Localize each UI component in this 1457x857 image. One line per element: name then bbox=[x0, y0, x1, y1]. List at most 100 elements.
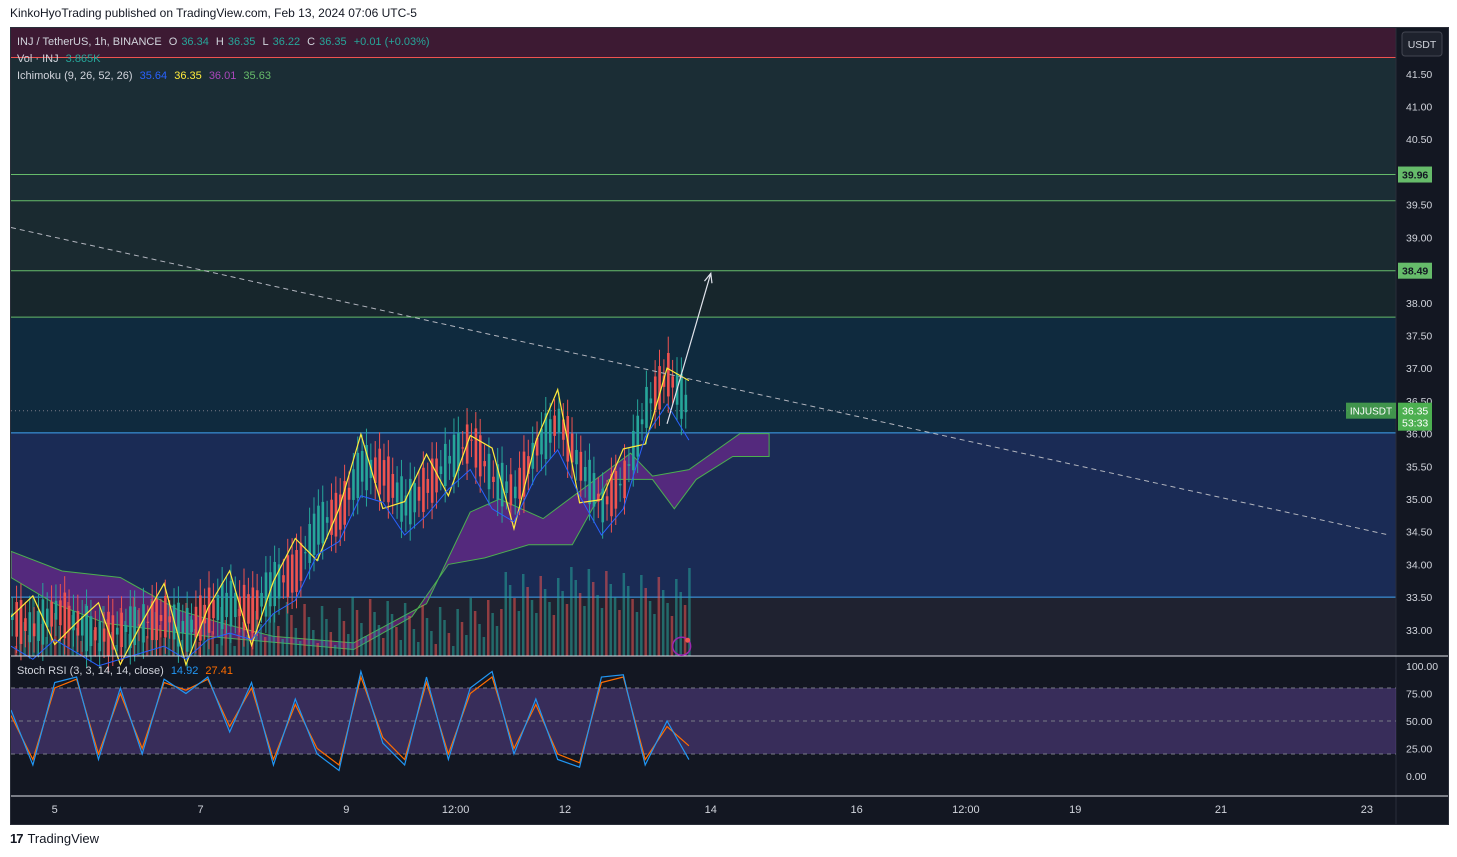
candle-body[interactable] bbox=[199, 595, 202, 641]
candle-body[interactable] bbox=[579, 451, 583, 481]
ichimoku-label[interactable]: Ichimoku (9, 26, 52, 26) bbox=[17, 70, 133, 82]
ichimoku-legend[interactable]: Ichimoku (9, 26, 52, 26) 35.64 36.35 36.… bbox=[17, 70, 275, 82]
candle-body[interactable] bbox=[50, 601, 53, 627]
candle-body[interactable] bbox=[89, 616, 93, 647]
candle-body[interactable] bbox=[15, 602, 18, 637]
candle-body[interactable] bbox=[155, 598, 158, 641]
candle-body[interactable] bbox=[286, 555, 290, 598]
candle-body[interactable] bbox=[658, 366, 661, 410]
candle-body[interactable] bbox=[282, 575, 285, 583]
candle-body[interactable] bbox=[632, 430, 635, 471]
candle-body[interactable] bbox=[255, 590, 259, 620]
candle-body[interactable] bbox=[505, 481, 508, 494]
candle-body[interactable] bbox=[426, 478, 430, 493]
candle-body[interactable] bbox=[194, 606, 198, 638]
candle-body[interactable] bbox=[640, 419, 644, 425]
candle-body[interactable] bbox=[273, 561, 277, 607]
candle-body[interactable] bbox=[295, 549, 298, 592]
candle-body[interactable] bbox=[614, 471, 618, 509]
candle-body[interactable] bbox=[159, 615, 163, 622]
candle-body[interactable] bbox=[190, 619, 193, 633]
candle-body[interactable] bbox=[548, 419, 552, 443]
candle-body[interactable] bbox=[212, 599, 215, 619]
candle-body[interactable] bbox=[41, 599, 45, 645]
candle-body[interactable] bbox=[575, 449, 578, 465]
candle-body[interactable] bbox=[387, 456, 390, 503]
candle-body[interactable] bbox=[610, 473, 613, 517]
candle-body[interactable] bbox=[492, 476, 495, 483]
candle-body[interactable] bbox=[80, 616, 84, 636]
candle-body[interactable] bbox=[649, 398, 653, 404]
candle-body[interactable] bbox=[28, 612, 32, 643]
candle-body[interactable] bbox=[470, 439, 473, 441]
candle-body[interactable] bbox=[76, 611, 80, 636]
symbol-legend[interactable]: INJ / TetherUS, 1h, BINANCE O 36.34 H 36.3… bbox=[17, 36, 434, 48]
candle-body[interactable] bbox=[185, 607, 189, 652]
candle-body[interactable] bbox=[251, 587, 255, 633]
candle-body[interactable] bbox=[452, 434, 456, 477]
candle-body[interactable] bbox=[356, 452, 360, 499]
candle-body[interactable] bbox=[667, 352, 670, 397]
candle-body[interactable] bbox=[264, 572, 268, 617]
candle-body[interactable] bbox=[37, 610, 40, 641]
candle-body[interactable] bbox=[422, 467, 425, 512]
candle-body[interactable] bbox=[225, 592, 228, 618]
stoch-label[interactable]: Stoch RSI (3, 3, 14, 14, close) bbox=[17, 665, 164, 677]
candle-body[interactable] bbox=[94, 627, 97, 641]
candle-body[interactable] bbox=[67, 605, 71, 631]
candle-body[interactable] bbox=[627, 464, 631, 466]
candle-body[interactable] bbox=[247, 594, 250, 624]
candle-body[interactable] bbox=[487, 453, 491, 490]
candle-body[interactable] bbox=[395, 482, 399, 503]
candle-body[interactable] bbox=[290, 554, 294, 593]
candle-body[interactable] bbox=[483, 461, 486, 467]
candle-body[interactable] bbox=[352, 469, 355, 500]
candle-body[interactable] bbox=[474, 428, 478, 468]
candle-body[interactable] bbox=[164, 596, 167, 638]
candle-body[interactable] bbox=[400, 476, 403, 522]
candle-body[interactable] bbox=[461, 447, 465, 449]
candle-body[interactable] bbox=[553, 415, 556, 436]
candle-body[interactable] bbox=[413, 483, 416, 513]
candle-body[interactable] bbox=[513, 486, 517, 499]
candle-body[interactable] bbox=[24, 618, 27, 631]
candle-body[interactable] bbox=[102, 628, 106, 642]
candle-body[interactable] bbox=[317, 505, 320, 545]
candle-body[interactable] bbox=[220, 583, 224, 630]
candle-body[interactable] bbox=[645, 386, 648, 428]
volume-legend[interactable]: Vol · INJ 3.865K bbox=[17, 53, 105, 65]
candle-body[interactable] bbox=[299, 542, 303, 581]
candle-body[interactable] bbox=[605, 496, 609, 505]
candle-body[interactable] bbox=[234, 592, 237, 618]
candle-body[interactable] bbox=[98, 621, 102, 652]
candle-body[interactable] bbox=[325, 517, 329, 523]
candle-body[interactable] bbox=[54, 600, 58, 620]
candle-body[interactable] bbox=[448, 455, 451, 464]
candle-body[interactable] bbox=[518, 467, 521, 499]
candle-body[interactable] bbox=[583, 466, 587, 482]
candle-body[interactable] bbox=[618, 483, 622, 486]
candle-body[interactable] bbox=[347, 487, 351, 500]
candle-body[interactable] bbox=[382, 460, 386, 486]
symbol-label[interactable]: INJ / TetherUS, 1h, BINANCE bbox=[17, 36, 162, 48]
candle-body[interactable] bbox=[680, 373, 683, 419]
candle-body[interactable] bbox=[216, 594, 220, 621]
candle-body[interactable] bbox=[592, 473, 596, 507]
candle-body[interactable] bbox=[59, 600, 62, 626]
candle-body[interactable] bbox=[32, 623, 36, 637]
candle-body[interactable] bbox=[557, 408, 561, 433]
chart-frame[interactable]: USDT 41.50 41.00 40.50 39.50 39.00 38.00 37.50 3… bbox=[10, 27, 1449, 825]
candle-body[interactable] bbox=[443, 443, 447, 487]
candle-body[interactable] bbox=[684, 394, 688, 413]
candle-body[interactable] bbox=[636, 415, 640, 457]
candle-body[interactable] bbox=[391, 473, 395, 498]
candle-body[interactable] bbox=[120, 612, 123, 648]
candle-body[interactable] bbox=[142, 604, 145, 643]
candle-body[interactable] bbox=[588, 459, 591, 505]
volume-label[interactable]: Vol · INJ bbox=[17, 53, 59, 65]
candle-body[interactable] bbox=[409, 478, 412, 525]
candle-body[interactable] bbox=[623, 460, 626, 499]
candle-body[interactable] bbox=[378, 448, 381, 495]
chart-canvas[interactable]: USDT 41.50 41.00 40.50 39.50 39.00 38.00 37.50 3… bbox=[11, 28, 1448, 824]
candle-body[interactable] bbox=[321, 501, 325, 544]
